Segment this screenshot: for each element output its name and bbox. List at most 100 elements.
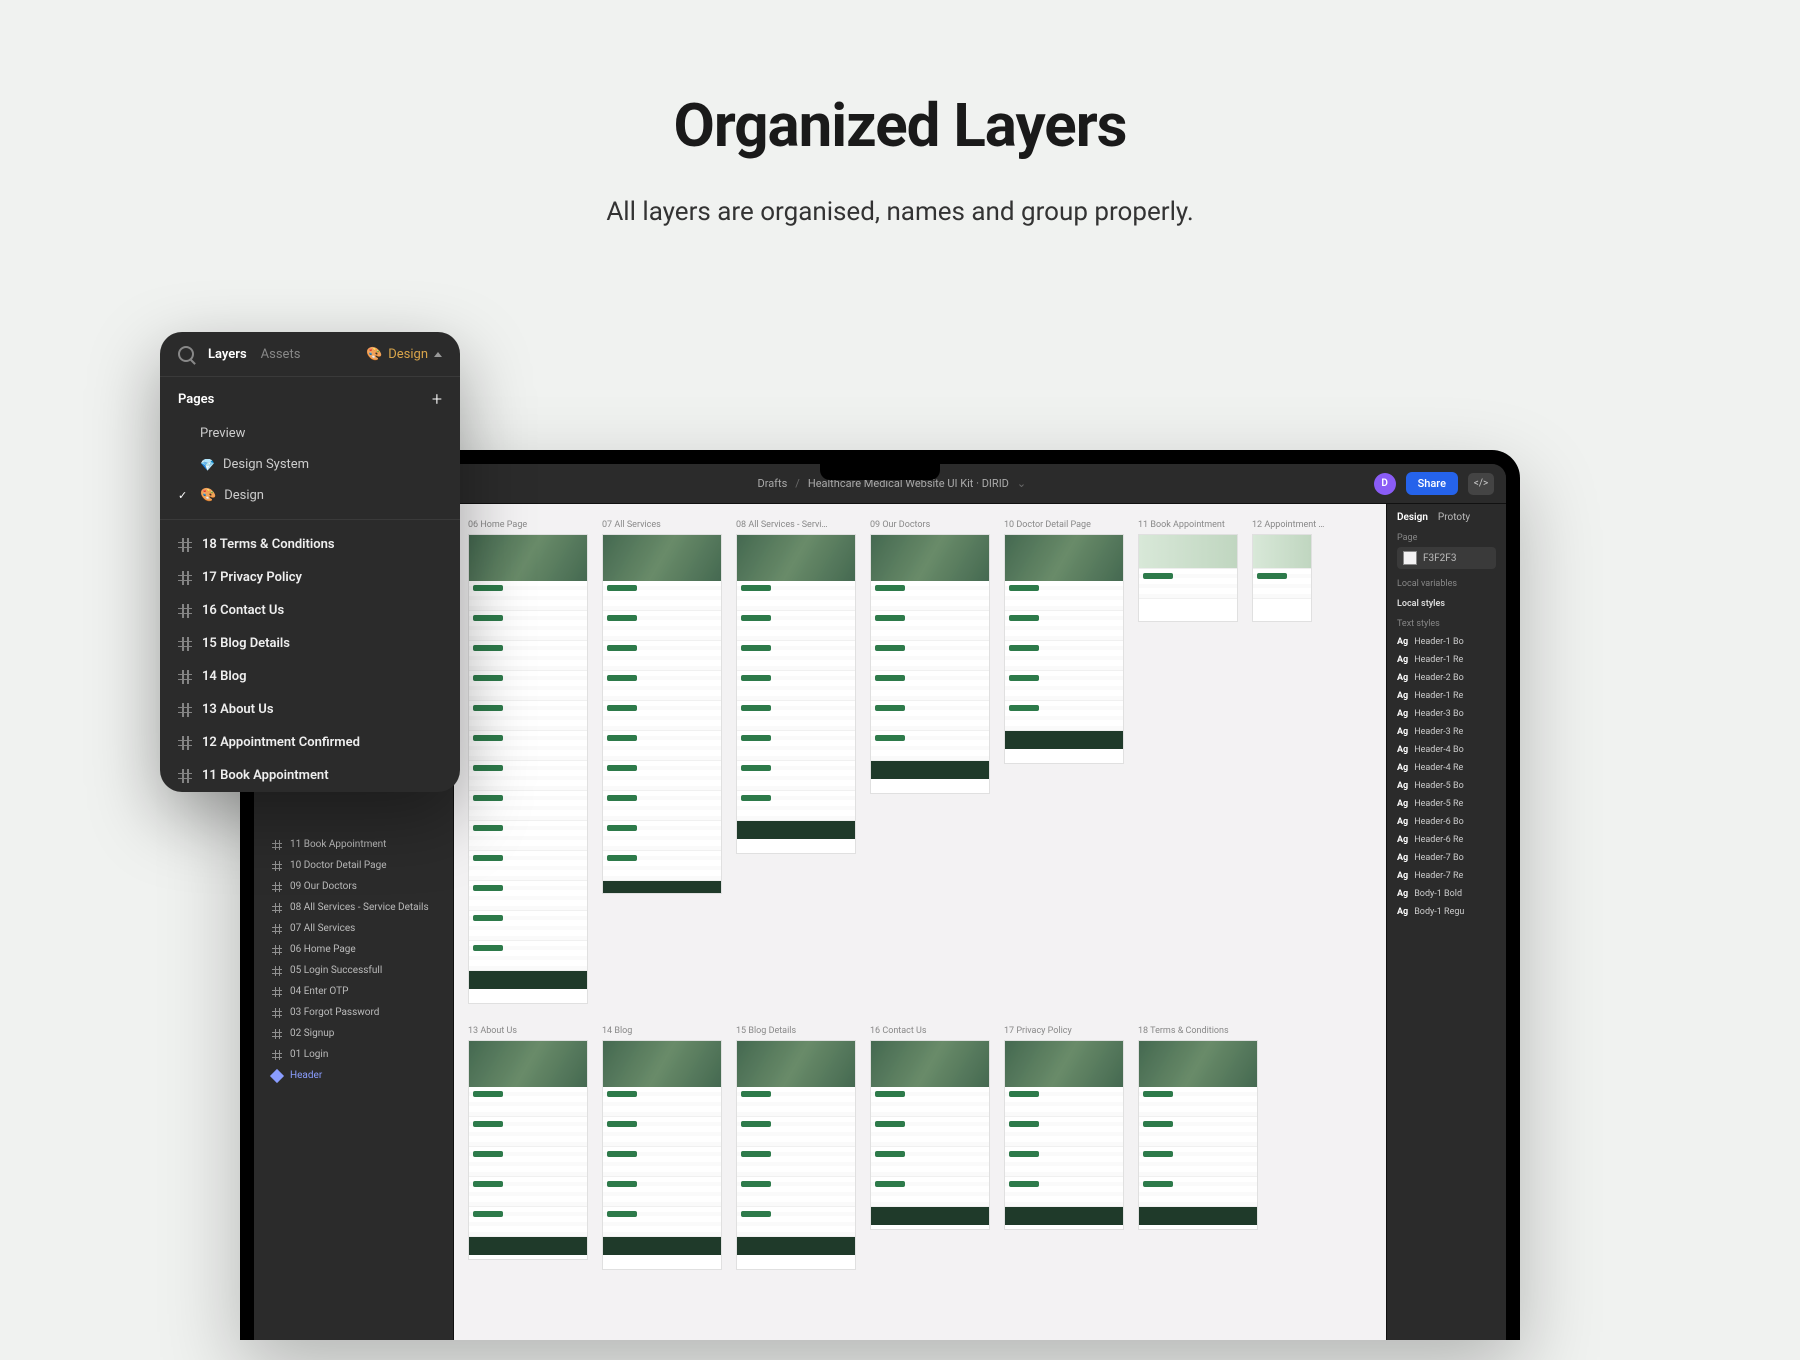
text-styles-label: Text styles: [1397, 619, 1496, 629]
artboard-label: 14 Blog: [602, 1026, 722, 1036]
artboard[interactable]: 15 Blog Details: [736, 1026, 856, 1270]
artboard[interactable]: 09 Our Doctors: [870, 520, 990, 1004]
frame-item[interactable]: 11 Book Appointment: [160, 759, 460, 792]
frame-item[interactable]: 15 Blog Details: [160, 627, 460, 660]
text-style-item[interactable]: AgHeader-3 Bo: [1397, 705, 1496, 723]
artboard[interactable]: 12 Appointment …: [1252, 520, 1324, 1004]
frame-icon: [178, 736, 192, 750]
tab-layers[interactable]: Layers: [208, 347, 247, 362]
artboard-label: 15 Blog Details: [736, 1026, 856, 1036]
page-color-input[interactable]: F3F2F3: [1397, 547, 1496, 569]
floating-layers-panel: Layers Assets 🎨 Design Pages + Preview💎D…: [160, 332, 460, 792]
artboard[interactable]: 08 All Services - Servi…: [736, 520, 856, 1004]
frame-item[interactable]: 17 Privacy Policy: [160, 561, 460, 594]
artboard[interactable]: 11 Book Appointment: [1138, 520, 1238, 1004]
tab-design[interactable]: Design: [1397, 512, 1428, 523]
page-section-label: Page: [1397, 533, 1496, 543]
frame-item[interactable]: 12 Appointment Confirmed: [160, 726, 460, 759]
frame-icon: [178, 637, 192, 651]
frame-icon: [272, 882, 282, 892]
text-style-item[interactable]: AgHeader-7 Bo: [1397, 849, 1496, 867]
frame-icon: [178, 538, 192, 552]
share-button[interactable]: Share: [1406, 472, 1458, 495]
hero-title: Organized Layers: [0, 90, 1800, 161]
artboard[interactable]: 16 Contact Us: [870, 1026, 990, 1270]
local-variables-label[interactable]: Local variables: [1397, 579, 1496, 589]
laptop-notch: [820, 464, 940, 480]
artboard[interactable]: 17 Privacy Policy: [1004, 1026, 1124, 1270]
artboard-label: 08 All Services - Servi…: [736, 520, 856, 530]
text-style-item[interactable]: AgBody-1 Bold: [1397, 885, 1496, 903]
artboard-label: 18 Terms & Conditions: [1138, 1026, 1258, 1036]
page-item[interactable]: 🎨Design: [160, 480, 460, 511]
user-avatar[interactable]: D: [1374, 473, 1396, 495]
layer-frame[interactable]: 04 Enter OTP: [254, 981, 453, 1002]
layer-frame[interactable]: 02 Signup: [254, 1023, 453, 1044]
artboard-label: 16 Contact Us: [870, 1026, 990, 1036]
artboard[interactable]: 18 Terms & Conditions: [1138, 1026, 1258, 1270]
search-icon[interactable]: [178, 346, 194, 362]
add-page-button[interactable]: +: [432, 389, 442, 410]
frame-icon: [272, 966, 282, 976]
text-style-item[interactable]: AgHeader-2 Bo: [1397, 669, 1496, 687]
artboard[interactable]: 13 About Us: [468, 1026, 588, 1270]
page-dropdown[interactable]: 🎨 Design: [366, 347, 442, 362]
text-style-item[interactable]: AgHeader-1 Re: [1397, 687, 1496, 705]
tab-prototype[interactable]: Prototy: [1438, 512, 1470, 523]
hero-subtitle: All layers are organised, names and grou…: [0, 197, 1800, 227]
inspector-sidebar: Design Prototy Page F3F2F3 Local variabl…: [1386, 504, 1506, 1340]
layer-frame[interactable]: 05 Login Successfull: [254, 960, 453, 981]
page-item[interactable]: Preview: [160, 418, 460, 449]
artboard[interactable]: 10 Doctor Detail Page: [1004, 520, 1124, 1004]
artboard[interactable]: 06 Home Page: [468, 520, 588, 1004]
frame-icon: [178, 604, 192, 618]
frame-item[interactable]: 16 Contact Us: [160, 594, 460, 627]
dev-mode-button[interactable]: </>: [1468, 473, 1494, 495]
text-style-item[interactable]: AgHeader-6 Bo: [1397, 813, 1496, 831]
frame-item[interactable]: 18 Terms & Conditions: [160, 528, 460, 561]
page-item[interactable]: 💎Design System: [160, 449, 460, 480]
chevron-up-icon: [434, 352, 442, 357]
text-style-item[interactable]: AgHeader-7 Re: [1397, 867, 1496, 885]
frame-item[interactable]: 13 About Us: [160, 693, 460, 726]
frame-item[interactable]: 14 Blog: [160, 660, 460, 693]
layer-label: Header: [290, 1070, 322, 1081]
artboard-label: 10 Doctor Detail Page: [1004, 520, 1124, 530]
breadcrumb-folder: Drafts: [757, 477, 787, 490]
artboard-label: 06 Home Page: [468, 520, 588, 530]
artboard[interactable]: 14 Blog: [602, 1026, 722, 1270]
layer-frame[interactable]: 06 Home Page: [254, 939, 453, 960]
local-styles-label: Local styles: [1397, 599, 1496, 609]
frame-icon: [178, 670, 192, 684]
canvas[interactable]: 06 Home Page 07 All Services 08 All Servic…: [454, 504, 1386, 1340]
frame-icon: [272, 924, 282, 934]
text-style-item[interactable]: AgHeader-4 Re: [1397, 759, 1496, 777]
text-style-item[interactable]: AgHeader-4 Bo: [1397, 741, 1496, 759]
artboard[interactable]: 07 All Services: [602, 520, 722, 1004]
layer-frame[interactable]: 11 Book Appointment: [254, 834, 453, 855]
text-style-item[interactable]: AgHeader-3 Re: [1397, 723, 1496, 741]
text-style-item[interactable]: AgHeader-6 Re: [1397, 831, 1496, 849]
frame-icon: [272, 987, 282, 997]
page-color-value: F3F2F3: [1423, 553, 1456, 564]
tab-assets[interactable]: Assets: [261, 347, 301, 362]
layer-frame[interactable]: 07 All Services: [254, 918, 453, 939]
frame-icon: [272, 1050, 282, 1060]
layer-component-header[interactable]: Header: [254, 1065, 453, 1086]
text-style-item[interactable]: AgHeader-1 Bo: [1397, 633, 1496, 651]
text-style-item[interactable]: AgHeader-5 Bo: [1397, 777, 1496, 795]
layer-frame[interactable]: 01 Login: [254, 1044, 453, 1065]
artboard-label: 07 All Services: [602, 520, 722, 530]
text-style-item[interactable]: AgHeader-5 Re: [1397, 795, 1496, 813]
layer-frame[interactable]: 03 Forgot Password: [254, 1002, 453, 1023]
frame-icon: [272, 840, 282, 850]
text-style-item[interactable]: AgHeader-1 Re: [1397, 651, 1496, 669]
layer-frame[interactable]: 09 Our Doctors: [254, 876, 453, 897]
layer-frame[interactable]: 08 All Services - Service Details: [254, 897, 453, 918]
frame-icon: [178, 769, 192, 783]
artboard-label: 09 Our Doctors: [870, 520, 990, 530]
layer-frame[interactable]: 10 Doctor Detail Page: [254, 855, 453, 876]
artboard-label: 12 Appointment …: [1252, 520, 1324, 530]
frame-icon: [272, 861, 282, 871]
text-style-item[interactable]: AgBody-1 Regu: [1397, 903, 1496, 921]
